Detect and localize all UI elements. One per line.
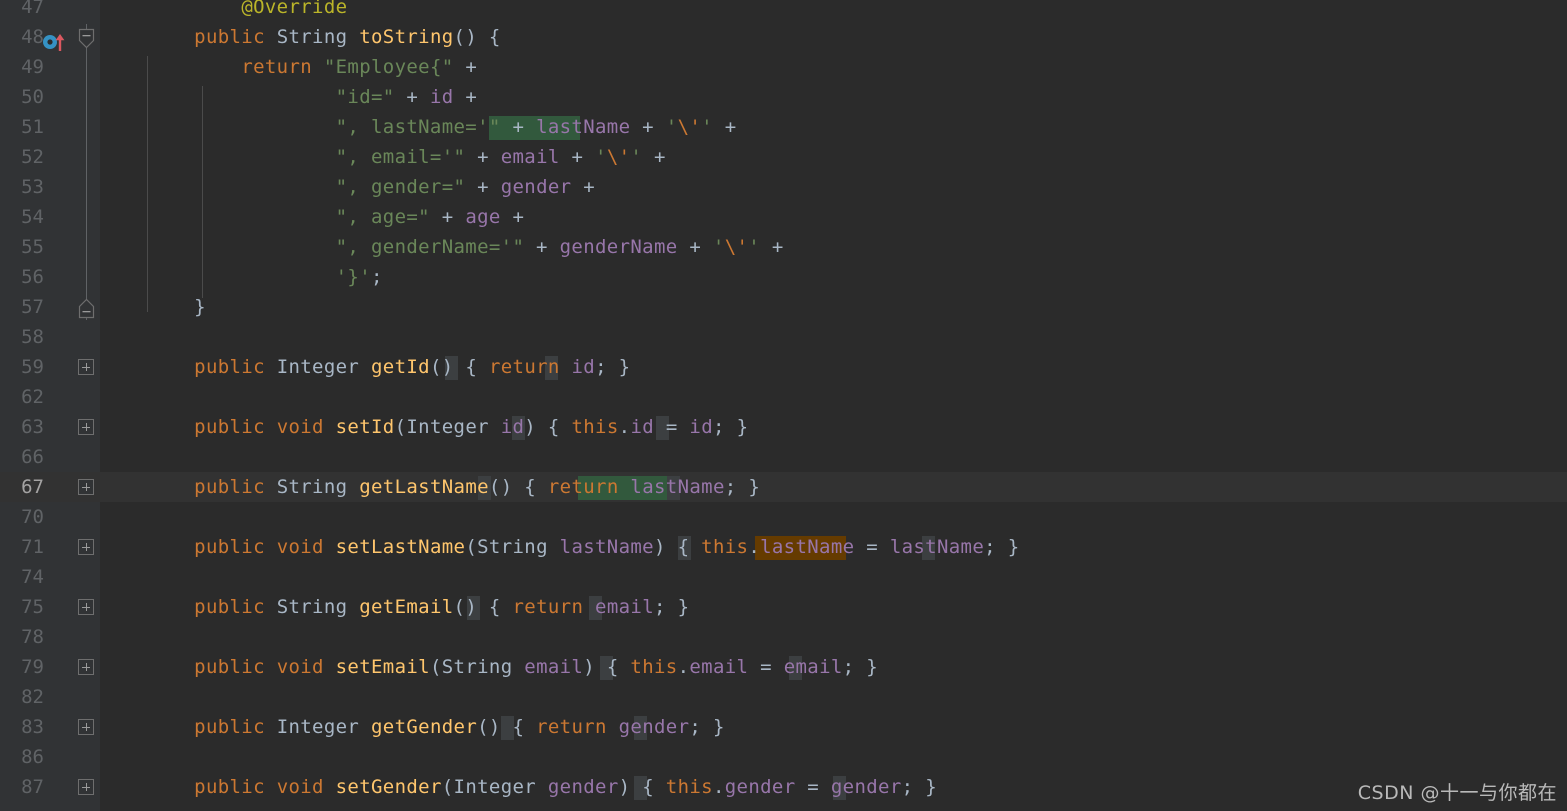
line-number: 62 bbox=[21, 386, 44, 408]
line-number: 53 bbox=[21, 176, 44, 198]
code-text[interactable]: public Integer getId() { return id; } bbox=[147, 352, 630, 382]
fold-collapse-bottom-icon[interactable] bbox=[78, 298, 95, 319]
code-line[interactable]: 53 ", gender=" + gender + bbox=[0, 172, 1567, 202]
code-line[interactable]: 66 bbox=[0, 442, 1567, 472]
code-text[interactable]: ", lastName='" + lastName + '\'' + bbox=[147, 112, 737, 142]
code-text[interactable]: public void setId(Integer id) { this.id … bbox=[147, 412, 748, 442]
fold-expand-icon[interactable] bbox=[78, 539, 94, 555]
code-text[interactable]: public String getLastName() { return las… bbox=[147, 472, 760, 502]
line-number: 47 bbox=[21, 0, 44, 18]
code-line[interactable]: 52 ", email='" + email + '\'' + bbox=[0, 142, 1567, 172]
line-number: 74 bbox=[21, 566, 44, 588]
code-text[interactable]: ", email='" + email + '\'' + bbox=[147, 142, 666, 172]
fold-expand-icon[interactable] bbox=[78, 599, 94, 615]
code-line[interactable]: 48 public String toString() { bbox=[0, 22, 1567, 52]
code-line[interactable]: 83 public Integer getGender() { return g… bbox=[0, 712, 1567, 742]
code-text[interactable]: public void setGender(Integer gender) { … bbox=[147, 772, 937, 802]
code-line[interactable]: 57 } bbox=[0, 292, 1567, 322]
line-number: 56 bbox=[21, 266, 44, 288]
line-number: 70 bbox=[21, 506, 44, 528]
fold-collapse-top-icon[interactable] bbox=[78, 28, 95, 49]
code-line[interactable]: 75 public String getEmail() { return ema… bbox=[0, 592, 1567, 622]
code-line[interactable]: 82 bbox=[0, 682, 1567, 712]
fold-expand-icon[interactable] bbox=[78, 479, 94, 495]
code-text[interactable]: return "Employee{" + bbox=[147, 52, 477, 82]
code-line[interactable]: 78 bbox=[0, 622, 1567, 652]
code-line[interactable]: 71 public void setLastName(String lastNa… bbox=[0, 532, 1567, 562]
code-text[interactable]: public void setEmail(String email) { thi… bbox=[147, 652, 878, 682]
fold-expand-icon[interactable] bbox=[78, 779, 94, 795]
code-text[interactable]: public Integer getGender() { return gend… bbox=[147, 712, 725, 742]
code-line[interactable]: 62 bbox=[0, 382, 1567, 412]
code-line[interactable]: 54 ", age=" + age + bbox=[0, 202, 1567, 232]
code-text[interactable]: public String getEmail() { return email;… bbox=[147, 592, 689, 622]
line-number: 57 bbox=[21, 296, 44, 318]
line-number: 78 bbox=[21, 626, 44, 648]
line-number: 87 bbox=[21, 776, 44, 798]
line-number: 82 bbox=[21, 686, 44, 708]
line-number: 66 bbox=[21, 446, 44, 468]
code-line[interactable]: 49 return "Employee{" + bbox=[0, 52, 1567, 82]
code-line[interactable]: 50 "id=" + id + bbox=[0, 82, 1567, 112]
indent-guide bbox=[202, 86, 203, 298]
line-number: 83 bbox=[21, 716, 44, 738]
code-line[interactable]: 55 ", genderName='" + genderName + '\'' … bbox=[0, 232, 1567, 262]
line-number: 48 bbox=[21, 26, 44, 48]
code-text[interactable]: public void setLastName(String lastName)… bbox=[147, 532, 1020, 562]
line-number: 58 bbox=[21, 326, 44, 348]
overriding-method-icon[interactable] bbox=[42, 30, 68, 52]
line-number: 54 bbox=[21, 206, 44, 228]
code-line[interactable]: 51 ", lastName='" + lastName + '\'' + bbox=[0, 112, 1567, 142]
line-number: 52 bbox=[21, 146, 44, 168]
code-line[interactable]: 79 public void setEmail(String email) { … bbox=[0, 652, 1567, 682]
code-line[interactable]: 63 public void setId(Integer id) { this.… bbox=[0, 412, 1567, 442]
fold-expand-icon[interactable] bbox=[78, 359, 94, 375]
code-text[interactable]: ", age=" + age + bbox=[147, 202, 524, 232]
code-line[interactable]: 87 public void setGender(Integer gender)… bbox=[0, 772, 1567, 802]
line-number: 75 bbox=[21, 596, 44, 618]
fold-region-line bbox=[86, 24, 87, 320]
code-line[interactable]: 86 bbox=[0, 742, 1567, 772]
code-line[interactable]: 58 bbox=[0, 322, 1567, 352]
line-number: 59 bbox=[21, 356, 44, 378]
fold-expand-icon[interactable] bbox=[78, 719, 94, 735]
code-line[interactable]: 59 public Integer getId() { return id; } bbox=[0, 352, 1567, 382]
code-text[interactable]: } bbox=[147, 292, 206, 322]
code-text[interactable]: ", genderName='" + genderName + '\'' + bbox=[147, 232, 784, 262]
code-text[interactable]: '}'; bbox=[147, 262, 383, 292]
watermark: CSDN @十一与你都在 bbox=[1357, 782, 1557, 804]
code-line[interactable]: 70 bbox=[0, 502, 1567, 532]
code-text[interactable]: ", gender=" + gender + bbox=[147, 172, 595, 202]
line-number: 71 bbox=[21, 536, 44, 558]
indent-guide bbox=[147, 56, 148, 312]
line-number: 67 bbox=[21, 476, 44, 498]
line-number: 79 bbox=[21, 656, 44, 678]
line-number: 55 bbox=[21, 236, 44, 258]
code-text[interactable]: "id=" + id + bbox=[147, 82, 477, 112]
code-line[interactable]: 56 '}'; bbox=[0, 262, 1567, 292]
line-number: 51 bbox=[21, 116, 44, 138]
line-number: 50 bbox=[21, 86, 44, 108]
line-number: 63 bbox=[21, 416, 44, 438]
code-line[interactable]: 47 @Override bbox=[0, 0, 1567, 22]
code-line[interactable]: 74 bbox=[0, 562, 1567, 592]
fold-expand-icon[interactable] bbox=[78, 659, 94, 675]
fold-expand-icon[interactable] bbox=[78, 419, 94, 435]
code-editor[interactable]: 47 @Override 48 public String toString() … bbox=[0, 0, 1567, 811]
code-text[interactable]: @Override bbox=[147, 0, 347, 22]
line-number: 49 bbox=[21, 56, 44, 78]
code-text[interactable]: public String toString() { bbox=[147, 22, 501, 52]
line-number: 86 bbox=[21, 746, 44, 768]
code-line[interactable]: 67 public String getLastName() { return … bbox=[0, 472, 1567, 502]
